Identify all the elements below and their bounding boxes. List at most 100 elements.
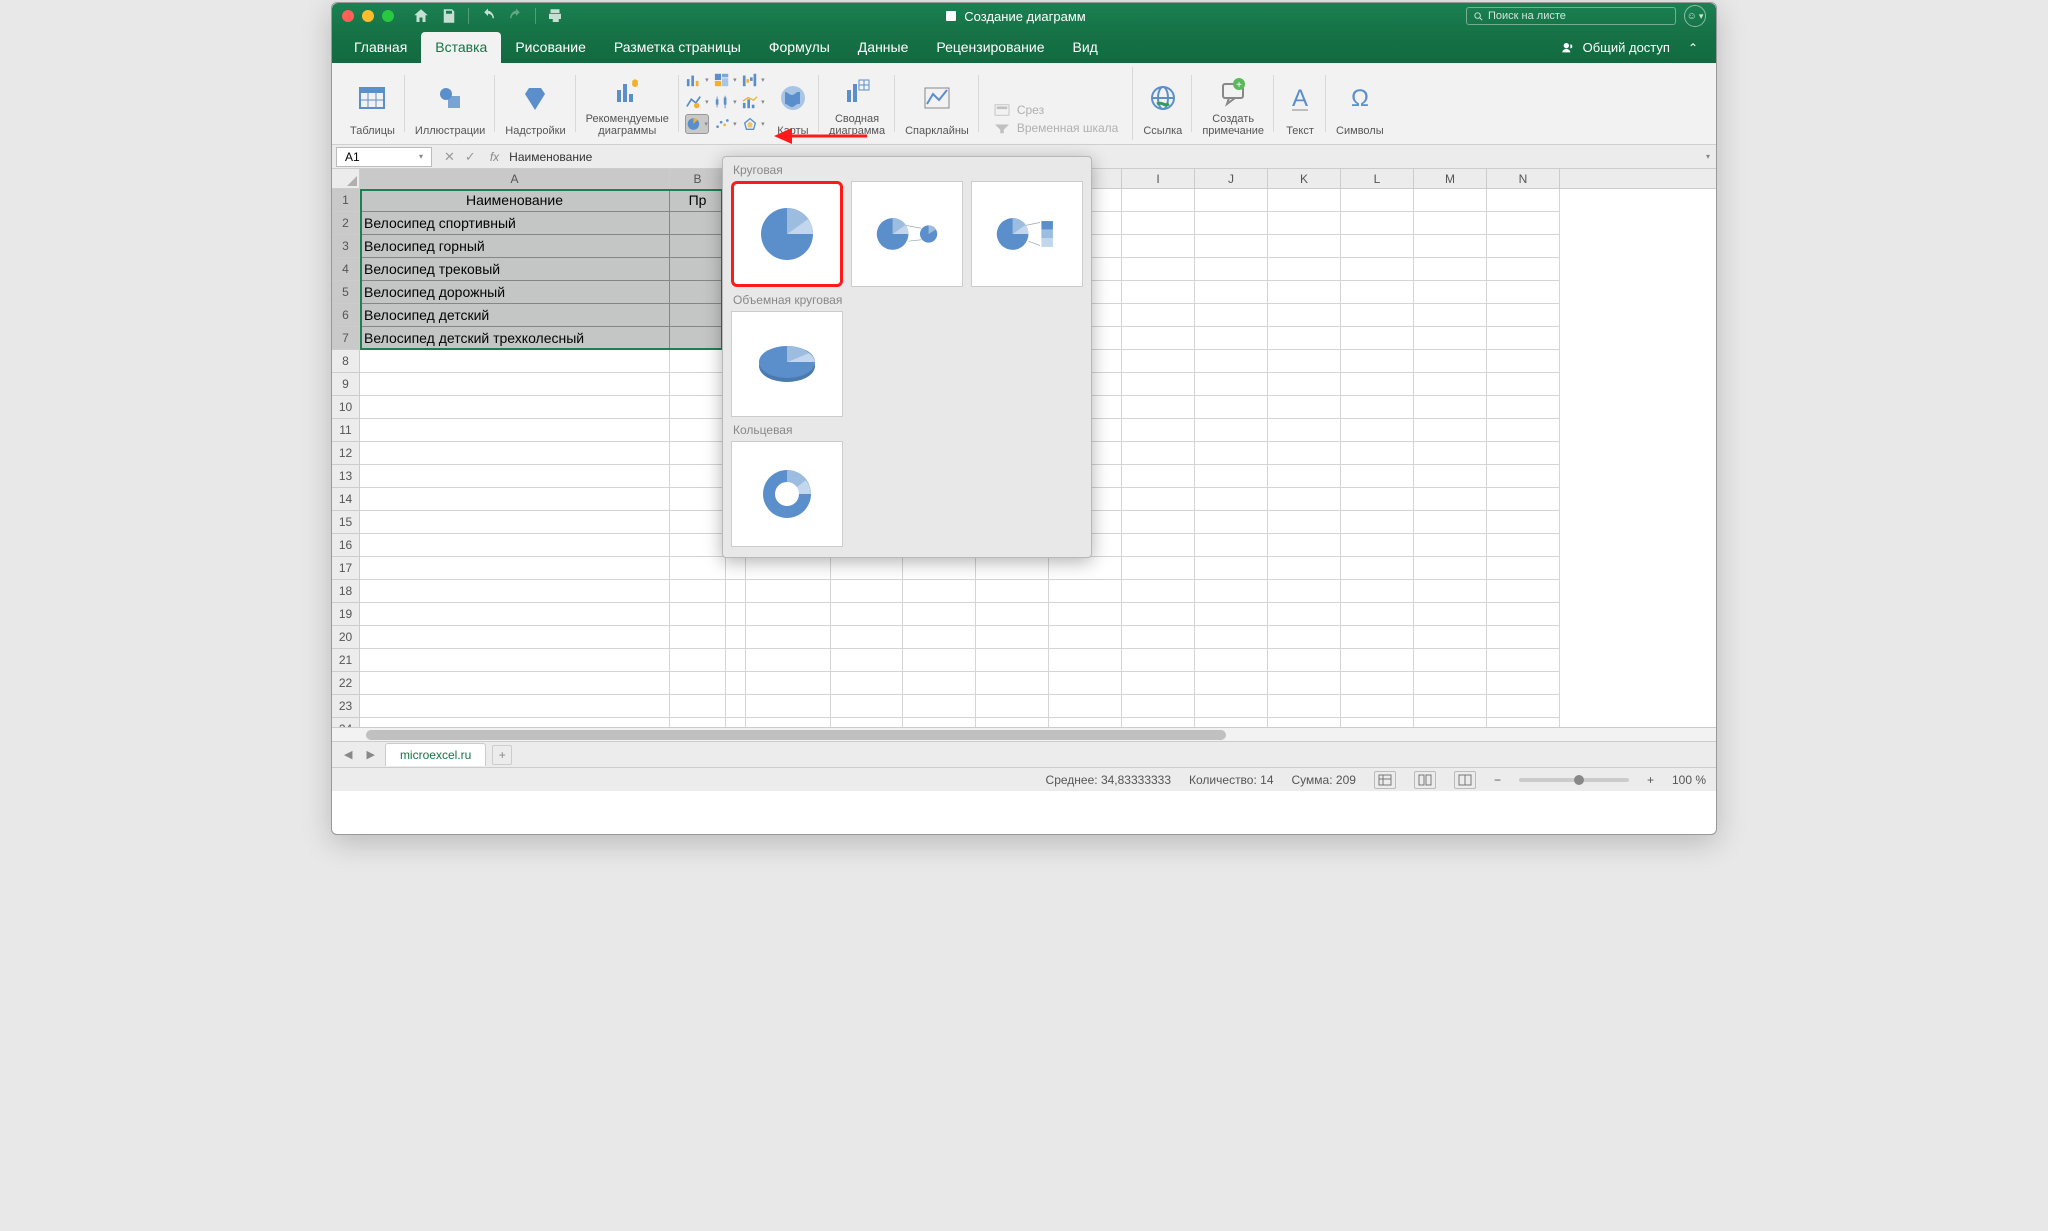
cell[interactable] — [1195, 534, 1268, 557]
cell[interactable] — [1414, 212, 1487, 235]
hierarchy-chart-button[interactable]: ▾ — [713, 70, 737, 90]
cell[interactable] — [746, 626, 831, 649]
cell[interactable] — [1414, 258, 1487, 281]
cell[interactable] — [1122, 235, 1195, 258]
addins-group[interactable]: Надстройки — [495, 67, 575, 140]
cell[interactable] — [1268, 258, 1341, 281]
cell[interactable] — [1049, 695, 1122, 718]
cell[interactable] — [360, 672, 670, 695]
link-group[interactable]: Ссылка — [1132, 67, 1192, 140]
column-header[interactable]: K — [1268, 169, 1341, 188]
cell[interactable] — [1195, 580, 1268, 603]
cell[interactable] — [976, 649, 1049, 672]
cell[interactable] — [1414, 695, 1487, 718]
cell[interactable] — [831, 603, 903, 626]
cell[interactable] — [1487, 626, 1560, 649]
row-header[interactable]: 19 — [332, 603, 360, 626]
cell[interactable] — [1195, 350, 1268, 373]
cell[interactable] — [1268, 396, 1341, 419]
cell[interactable] — [903, 626, 976, 649]
cell[interactable] — [1341, 235, 1414, 258]
cell[interactable] — [976, 626, 1049, 649]
pie-chart-button[interactable]: ▾ — [685, 114, 709, 134]
cell[interactable] — [1195, 258, 1268, 281]
row-header[interactable]: 21 — [332, 649, 360, 672]
zoom-in-button[interactable]: + — [1647, 773, 1654, 787]
row-header[interactable]: 12 — [332, 442, 360, 465]
cell[interactable] — [360, 488, 670, 511]
cell[interactable] — [903, 580, 976, 603]
add-sheet-button[interactable]: + — [492, 745, 512, 765]
cell[interactable] — [1122, 212, 1195, 235]
tab-draw[interactable]: Рисование — [501, 32, 600, 63]
cell[interactable] — [1122, 488, 1195, 511]
cell[interactable] — [1487, 465, 1560, 488]
cell[interactable] — [726, 603, 746, 626]
cell[interactable] — [1341, 649, 1414, 672]
row-header[interactable]: 4 — [332, 258, 360, 281]
column-header[interactable]: A — [360, 169, 670, 188]
comment-group[interactable]: + Создать примечание — [1192, 67, 1274, 140]
cell[interactable] — [670, 396, 726, 419]
cell[interactable] — [360, 465, 670, 488]
cell[interactable] — [1487, 396, 1560, 419]
row-header[interactable]: 5 — [332, 281, 360, 304]
cell[interactable] — [1341, 488, 1414, 511]
cell[interactable] — [1268, 281, 1341, 304]
cell[interactable] — [903, 603, 976, 626]
cell[interactable] — [831, 649, 903, 672]
cell[interactable]: Велосипед дорожный — [360, 281, 670, 304]
cell[interactable]: Пр — [670, 189, 726, 212]
cell[interactable] — [1122, 557, 1195, 580]
cell[interactable] — [1049, 672, 1122, 695]
cell[interactable] — [360, 580, 670, 603]
waterfall-chart-button[interactable]: ▾ — [741, 70, 765, 90]
cell[interactable] — [670, 465, 726, 488]
cell[interactable] — [1049, 626, 1122, 649]
cell[interactable] — [831, 557, 903, 580]
cell[interactable] — [1341, 672, 1414, 695]
cell[interactable] — [1341, 442, 1414, 465]
cell[interactable] — [1487, 488, 1560, 511]
cell[interactable] — [360, 649, 670, 672]
cell[interactable] — [1122, 672, 1195, 695]
row-header[interactable]: 16 — [332, 534, 360, 557]
cell[interactable] — [1487, 557, 1560, 580]
cell[interactable] — [1122, 649, 1195, 672]
cancel-formula-icon[interactable]: ✕ — [444, 149, 455, 165]
cell[interactable] — [1487, 235, 1560, 258]
cell[interactable] — [1414, 442, 1487, 465]
cell[interactable]: Велосипед детский — [360, 304, 670, 327]
formula-input[interactable]: Наименование — [505, 150, 1716, 164]
tab-home[interactable]: Главная — [340, 32, 421, 63]
cell[interactable] — [1268, 327, 1341, 350]
cell[interactable] — [1414, 419, 1487, 442]
line-chart-button[interactable]: ▾ — [685, 92, 709, 112]
cell[interactable]: Велосипед трековый — [360, 258, 670, 281]
cell[interactable] — [976, 603, 1049, 626]
cell[interactable] — [1487, 304, 1560, 327]
cell[interactable] — [670, 235, 726, 258]
tab-page-layout[interactable]: Разметка страницы — [600, 32, 755, 63]
cell[interactable] — [1122, 626, 1195, 649]
cell[interactable] — [1268, 189, 1341, 212]
tab-review[interactable]: Рецензирование — [922, 32, 1058, 63]
view-page-layout-button[interactable] — [1414, 771, 1436, 789]
cell[interactable] — [1049, 603, 1122, 626]
cell[interactable] — [976, 580, 1049, 603]
cell[interactable] — [1414, 396, 1487, 419]
combo-chart-button[interactable]: ▾ — [741, 92, 765, 112]
cell[interactable] — [1414, 465, 1487, 488]
statistic-chart-button[interactable]: ▾ — [713, 92, 737, 112]
cell[interactable] — [670, 258, 726, 281]
cell[interactable] — [1487, 511, 1560, 534]
cell[interactable] — [360, 419, 670, 442]
cell[interactable] — [1195, 626, 1268, 649]
cell[interactable]: Наименование — [360, 189, 670, 212]
cell[interactable] — [1195, 281, 1268, 304]
tab-formulas[interactable]: Формулы — [755, 32, 844, 63]
cell[interactable] — [1268, 626, 1341, 649]
cell[interactable] — [1487, 672, 1560, 695]
cell[interactable] — [1122, 419, 1195, 442]
cell[interactable] — [1268, 488, 1341, 511]
